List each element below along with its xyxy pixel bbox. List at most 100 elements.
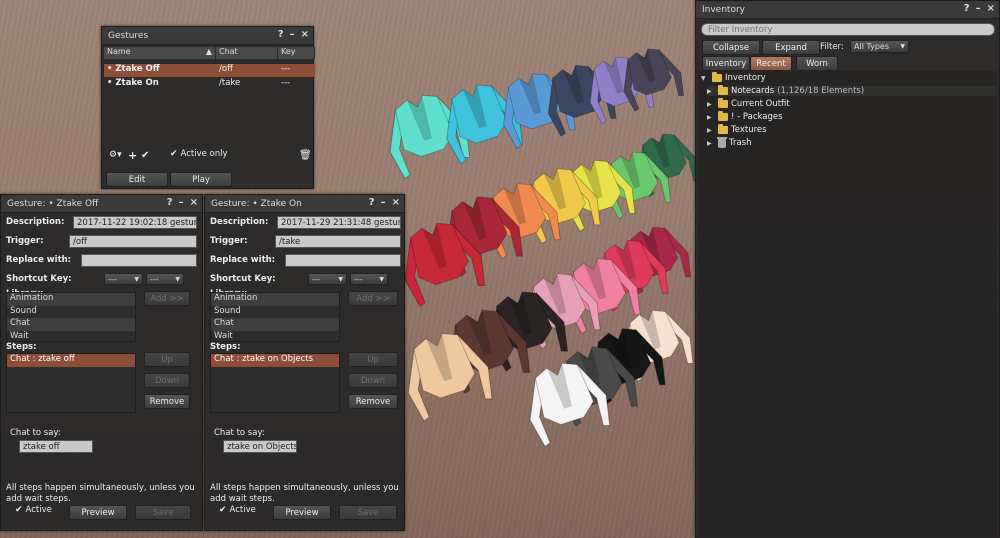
collapsed-triangle-icon[interactable]: ▶ bbox=[707, 140, 715, 147]
filter-type-select[interactable]: All Types ▼ bbox=[850, 40, 909, 53]
expanded-triangle-icon[interactable]: ▼ bbox=[701, 75, 709, 82]
tab-worn[interactable]: Worn bbox=[796, 56, 838, 71]
gesture-on-titlebar[interactable]: Gesture: • Ztake On ? – × bbox=[205, 195, 404, 213]
list-item[interactable]: Chat : ztake on Objects bbox=[211, 354, 339, 367]
collapse-button[interactable]: Collapse bbox=[702, 40, 760, 55]
down-button[interactable]: Down bbox=[144, 373, 190, 388]
gesture-row[interactable]: • Ztake Off /off --- bbox=[104, 64, 315, 77]
preview-button[interactable]: Preview bbox=[69, 505, 127, 520]
filter-label: Filter: bbox=[820, 42, 844, 52]
help-icon[interactable]: ? bbox=[278, 29, 284, 40]
checkmark-icon: ✔ bbox=[15, 505, 23, 515]
column-chat[interactable]: Chat bbox=[216, 47, 278, 59]
list-item[interactable]: Animation bbox=[211, 293, 339, 306]
close-icon[interactable]: × bbox=[190, 197, 198, 208]
shortcut-modifier-select[interactable]: --- ▼ bbox=[104, 273, 143, 285]
column-name[interactable]: Name ▲ bbox=[104, 47, 216, 59]
save-button[interactable]: Save bbox=[339, 505, 397, 520]
list-item[interactable]: Chat : ztake off bbox=[7, 354, 135, 367]
active-checkbox[interactable]: ✔ Active bbox=[219, 505, 256, 515]
description-field[interactable]: 2017-11-22 19:02:18 gesture bbox=[73, 216, 197, 229]
inventory-titlebar[interactable]: Inventory ? – × bbox=[696, 1, 999, 19]
expand-button[interactable]: Expand bbox=[762, 40, 820, 55]
play-button[interactable]: Play bbox=[170, 172, 232, 187]
tree-root-inventory[interactable]: ▼ Inventory bbox=[701, 72, 766, 83]
minimize-icon[interactable]: – bbox=[381, 197, 386, 208]
up-button[interactable]: Up bbox=[144, 352, 190, 367]
trigger-label: Trigger: bbox=[6, 236, 44, 246]
window-title: Gestures bbox=[108, 30, 149, 41]
save-button[interactable]: Save bbox=[135, 505, 191, 520]
close-icon[interactable]: × bbox=[392, 197, 400, 208]
remove-button[interactable]: Remove bbox=[144, 394, 190, 409]
list-item[interactable]: Sound bbox=[7, 306, 135, 319]
chat-to-say-field[interactable]: ztake on Objects bbox=[223, 440, 297, 453]
list-item[interactable]: Chat bbox=[7, 318, 135, 331]
trash-icon[interactable]: 🗑 bbox=[299, 150, 312, 161]
folder-icon bbox=[718, 85, 728, 95]
list-item[interactable]: Chat bbox=[211, 318, 339, 331]
tree-folder-current-outfit[interactable]: ▶ Current Outfit bbox=[707, 98, 790, 109]
steps-list[interactable]: Chat : ztake on Objects bbox=[210, 353, 340, 413]
trigger-field[interactable]: /off bbox=[69, 235, 197, 248]
minimize-icon[interactable]: – bbox=[179, 197, 184, 208]
minimize-icon[interactable]: – bbox=[290, 29, 295, 40]
shortcut-key-select[interactable]: --- ▼ bbox=[350, 273, 388, 285]
shortcut-modifier-select[interactable]: --- ▼ bbox=[308, 273, 347, 285]
add-button[interactable]: Add >> bbox=[348, 291, 398, 306]
gesture-row[interactable]: • Ztake On /take --- bbox=[104, 78, 315, 91]
active-checkbox[interactable]: ✔ Active bbox=[15, 505, 52, 515]
add-icon[interactable]: + bbox=[128, 150, 137, 161]
tab-inventory[interactable]: Inventory bbox=[702, 56, 750, 71]
replace-field[interactable] bbox=[81, 254, 197, 267]
window-title: Inventory bbox=[702, 4, 745, 15]
shortcut-label: Shortcut Key: bbox=[6, 274, 72, 284]
remove-button[interactable]: Remove bbox=[348, 394, 398, 409]
collapsed-triangle-icon[interactable]: ▶ bbox=[707, 114, 715, 121]
shortcut-key-select[interactable]: --- ▼ bbox=[146, 273, 184, 285]
help-icon[interactable]: ? bbox=[369, 197, 375, 208]
collapsed-triangle-icon[interactable]: ▶ bbox=[707, 101, 715, 108]
folder-open-icon bbox=[712, 72, 722, 82]
activate-check-icon[interactable]: ✔ bbox=[141, 150, 149, 161]
list-item[interactable]: Sound bbox=[211, 306, 339, 319]
steps-list[interactable]: Chat : ztake off bbox=[6, 353, 136, 413]
tree-folder-notecards[interactable]: ▶ Notecards (1,126/18 Elements) bbox=[707, 85, 997, 96]
trigger-field[interactable]: /take bbox=[275, 235, 401, 248]
gesture-off-titlebar[interactable]: Gesture: • Ztake Off ? – × bbox=[1, 195, 202, 213]
collapsed-triangle-icon[interactable]: ▶ bbox=[707, 88, 715, 95]
close-icon[interactable]: × bbox=[301, 29, 309, 40]
steps-note: All steps happen simultaneously, unless … bbox=[210, 483, 399, 504]
description-field[interactable]: 2017-11-29 21:31:48 gesture bbox=[277, 216, 401, 229]
minimize-icon[interactable]: – bbox=[976, 3, 981, 14]
up-button[interactable]: Up bbox=[348, 352, 398, 367]
replace-field[interactable] bbox=[285, 254, 401, 267]
list-item[interactable]: Animation bbox=[7, 293, 135, 306]
gear-icon[interactable]: ⚙▾ bbox=[109, 150, 122, 161]
shortcut-label: Shortcut Key: bbox=[210, 274, 276, 284]
gestures-titlebar[interactable]: Gestures ? – × bbox=[102, 27, 313, 45]
tab-recent[interactable]: Recent bbox=[750, 56, 792, 71]
down-button[interactable]: Down bbox=[348, 373, 398, 388]
tree-folder-textures[interactable]: ▶ Textures bbox=[707, 124, 767, 135]
collapsed-triangle-icon[interactable]: ▶ bbox=[707, 127, 715, 134]
help-icon[interactable]: ? bbox=[167, 197, 173, 208]
description-label: Description: bbox=[210, 217, 269, 227]
steps-note: All steps happen simultaneously, unless … bbox=[6, 483, 195, 504]
preview-button[interactable]: Preview bbox=[273, 505, 331, 520]
gesture-key: --- bbox=[281, 64, 291, 74]
library-list[interactable]: Animation Sound Chat Wait bbox=[6, 292, 136, 342]
chevron-down-icon: ▼ bbox=[900, 43, 905, 50]
column-key[interactable]: Key bbox=[278, 47, 315, 59]
library-list[interactable]: Animation Sound Chat Wait bbox=[210, 292, 340, 342]
tree-folder-packages[interactable]: ▶ ! - Packages bbox=[707, 111, 783, 122]
add-button[interactable]: Add >> bbox=[144, 291, 190, 306]
filter-inventory-input[interactable] bbox=[701, 23, 995, 36]
chat-to-say-field[interactable]: ztake off bbox=[19, 440, 93, 453]
tree-folder-trash[interactable]: ▶ Trash bbox=[707, 136, 751, 148]
gesture-editor-on: Gesture: • Ztake On ? – × Description: 2… bbox=[204, 194, 405, 531]
help-icon[interactable]: ? bbox=[964, 3, 970, 14]
active-only-checkbox[interactable]: ✔ Active only bbox=[170, 149, 228, 159]
close-icon[interactable]: × bbox=[987, 3, 995, 14]
edit-button[interactable]: Edit bbox=[106, 172, 168, 187]
